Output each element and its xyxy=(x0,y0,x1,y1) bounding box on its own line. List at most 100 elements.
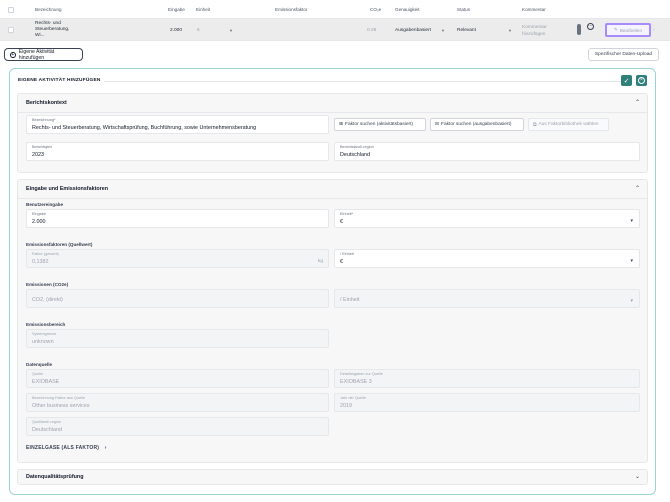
row-einheit[interactable]: € xyxy=(197,28,200,33)
einzelgase-toggle[interactable]: EINZELGASE (ALS FAKTOR) › xyxy=(26,445,107,451)
quelle-field: Quelle EXIOBASE xyxy=(26,369,329,388)
chevron-down-icon[interactable]: ▼ xyxy=(229,28,233,34)
col-einheit[interactable]: Einheit xyxy=(196,7,210,12)
systemgrenze-field: Systemgrenze unknown xyxy=(26,329,329,348)
field-label: Detailangaben zur Quelle xyxy=(340,372,383,376)
add-activity-panel: EIGENE AKTIVITÄT HINZUFÜGEN ✓ × Berichts… xyxy=(9,68,656,495)
field-value: Deutschland xyxy=(32,427,62,433)
field-label: Eingabe xyxy=(32,212,46,216)
einheit-select[interactable]: Einheit* € ▾ xyxy=(334,209,640,228)
chevron-down-icon: ▾ xyxy=(630,218,633,224)
chevron-down-icon: ▾ xyxy=(630,258,633,264)
row-eingabe: 2.000 xyxy=(170,28,183,33)
field-label: Systemgrenze xyxy=(32,332,57,336)
field-value: Deutschland xyxy=(340,152,370,158)
faktor-field: Faktor (gesamt) 0,1382 kg xyxy=(26,249,329,268)
cancel-button[interactable]: × xyxy=(636,75,647,86)
col-eingabe[interactable]: Eingabe xyxy=(168,7,185,12)
factor-library-button[interactable]: ⧉ Aus Faktorbibliothek wählen xyxy=(528,118,609,131)
field-value: € xyxy=(340,259,343,265)
row-checkbox[interactable] xyxy=(8,27,14,33)
button-label: Aus Faktorbibliothek wählen xyxy=(538,122,599,127)
add-activity-button[interactable]: + Eigene Aktivität hinzufügen xyxy=(4,48,83,61)
row-name-line3: Wi... xyxy=(35,33,45,38)
col-emissionsfaktor[interactable]: Emissionsfaktor xyxy=(275,7,307,12)
field-value: 2023 xyxy=(32,152,44,158)
col-kommentar[interactable]: Kommentar xyxy=(522,7,546,12)
chevron-up-icon[interactable]: ⌃ xyxy=(635,99,640,106)
field-label: Jahr der Quelle xyxy=(340,396,366,400)
detailangaben-field: Detailangaben zur Quelle EXIOBASE 3 xyxy=(334,369,640,388)
close-icon: × xyxy=(638,77,645,84)
field-unit: kg xyxy=(317,259,323,264)
row-co2e: 0.28 xyxy=(367,28,377,33)
field-label: / Einheit xyxy=(340,252,354,256)
chevron-right-icon[interactable]: › xyxy=(653,28,655,33)
field-label: Faktor (gesamt) xyxy=(32,252,59,256)
field-label: Bezeichnung* xyxy=(32,118,56,122)
pencil-icon: ✎ xyxy=(613,27,618,32)
field-value: unknown xyxy=(32,339,54,345)
check-icon: ✓ xyxy=(623,77,630,85)
confirm-button[interactable]: ✓ xyxy=(621,75,632,86)
field-placeholder: CO2, (direkt) xyxy=(32,297,63,303)
field-placeholder: / Einheit xyxy=(340,297,360,303)
field-label: Einheit* xyxy=(340,212,354,216)
bezeichnung-field[interactable]: Bezeichnung* Rechts- und Steuerberatung,… xyxy=(26,115,329,134)
chevron-down-icon[interactable]: ⌄ xyxy=(635,473,640,480)
plus-circle-icon: + xyxy=(10,51,16,58)
table-row[interactable]: Rechts- und Steuerberatung, Wi... 2.000 … xyxy=(0,19,670,41)
per-einheit-select[interactable]: / Einheit € ▾ xyxy=(334,249,640,268)
field-value: EXIOBASE xyxy=(32,379,60,385)
bezeichnung-quelle-field: Bezeichnung Faktor aus Quelle Other busi… xyxy=(26,393,329,412)
upload-button[interactable]: Spezifischer Daten-Upload xyxy=(588,48,659,61)
field-value: 2.000 xyxy=(32,219,46,225)
button-label: Faktor suchen (ausgabenbasiert) xyxy=(441,122,512,127)
field-label: Bezeichnung Faktor aus Quelle xyxy=(32,396,85,400)
group-label: Emissionsbereich xyxy=(26,322,66,327)
co2-direkt-field: CO2, (direkt) xyxy=(26,289,329,308)
section-title: Eingabe und Emissionsfaktoren xyxy=(26,186,109,192)
quellland-field: Quellland/-region Deutschland xyxy=(26,417,329,436)
col-co2e[interactable]: CO₂e xyxy=(370,7,381,12)
chart-search-icon: ⊞ xyxy=(339,122,344,127)
chevron-down-icon[interactable]: ▼ xyxy=(508,28,512,34)
col-status[interactable]: Status xyxy=(457,7,470,12)
edit-button[interactable]: ✎ Bearbeiten xyxy=(605,23,651,37)
row-genauigkeit[interactable]: Ausgabenbasiert xyxy=(395,28,431,33)
section-title: Berichtskontext xyxy=(26,100,67,106)
more-options-icon[interactable]: ⋯ xyxy=(587,23,594,30)
col-genauigkeit[interactable]: Genauigkeit xyxy=(395,7,420,12)
button-label: Faktor suchen (aktivitätsbasiert) xyxy=(345,122,414,127)
section-eingabe: Eingabe und Emissionsfaktoren ⌃ Benutzer… xyxy=(17,179,648,463)
field-value: 2019 xyxy=(340,403,352,409)
search-spend-factor-button[interactable]: ⊟ Faktor suchen (ausgabenbasiert) xyxy=(430,118,524,131)
group-label: Emissionsfaktoren (Quellwert) xyxy=(26,242,93,247)
group-label: Benutzereingabe xyxy=(26,202,64,207)
search-activity-factor-button[interactable]: ⊞ Faktor suchen (aktivitätsbasiert) xyxy=(334,118,426,131)
row-status[interactable]: Relevant xyxy=(457,28,476,33)
section-title: Datenqualitätsprüfung xyxy=(26,474,84,480)
row-name-line1: Rechts- und xyxy=(35,21,61,26)
section-berichtskontext: Berichtskontext ⌃ Bezeichnung* Rechts- u… xyxy=(17,93,648,173)
section-datenqualitaet[interactable]: Datenqualitätsprüfung ⌄ xyxy=(17,469,648,485)
chevron-down-icon[interactable]: ▼ xyxy=(441,28,445,34)
receipt-search-icon: ⊟ xyxy=(435,122,440,127)
panel-title: EIGENE AKTIVITÄT HINZUFÜGEN xyxy=(18,78,101,83)
field-label: Berichtsjahr xyxy=(32,145,53,149)
chevron-up-icon[interactable]: ⌃ xyxy=(635,185,640,192)
berichtsland-field[interactable]: Berichtsland/-region Deutschland xyxy=(334,142,640,161)
table-header: Bezeichnung Eingabe Einheit Emissionsfak… xyxy=(0,0,670,19)
field-label: Quellland/-region xyxy=(32,420,61,424)
col-bezeichnung[interactable]: Bezeichnung xyxy=(35,7,62,12)
toggle-label: EINZELGASE (ALS FAKTOR) xyxy=(26,445,100,451)
scroll-handle[interactable] xyxy=(577,24,581,35)
eingabe-field[interactable]: Eingabe 2.000 xyxy=(26,209,329,228)
field-value: € xyxy=(340,219,343,225)
berichtsjahr-field[interactable]: Berichtsjahr 2023 xyxy=(26,142,329,161)
row-name-line2: Steuerberatung, xyxy=(35,27,70,32)
select-all-checkbox[interactable] xyxy=(8,7,14,13)
row-kommentar[interactable]: Kommentar hinzufügen xyxy=(522,24,558,38)
divider xyxy=(104,81,621,82)
add-activity-label: Eigene Aktivität hinzufügen xyxy=(18,48,55,61)
